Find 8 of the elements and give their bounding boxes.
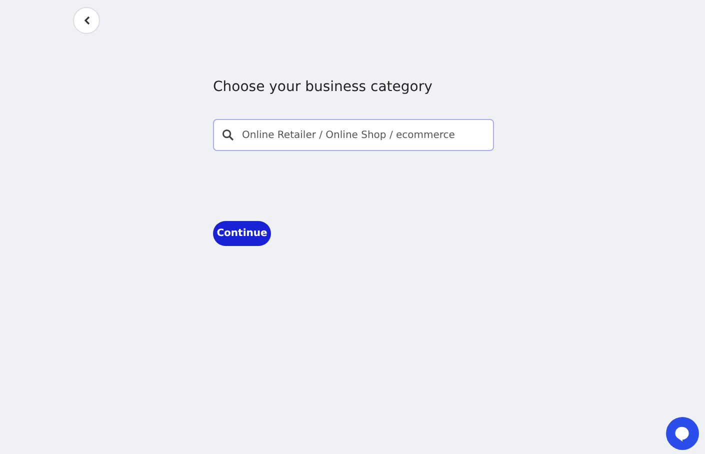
back-button[interactable] — [73, 7, 100, 34]
chevron-left-icon — [84, 16, 90, 25]
search-field[interactable]: Online Retailer / Online Shop / ecommerce — [213, 119, 494, 151]
continue-button[interactable]: Continue — [213, 221, 271, 246]
page-title: Choose your business category — [213, 79, 432, 95]
search-icon — [222, 129, 234, 141]
chat-button[interactable] — [666, 417, 699, 450]
chat-bubble-icon — [675, 426, 690, 442]
